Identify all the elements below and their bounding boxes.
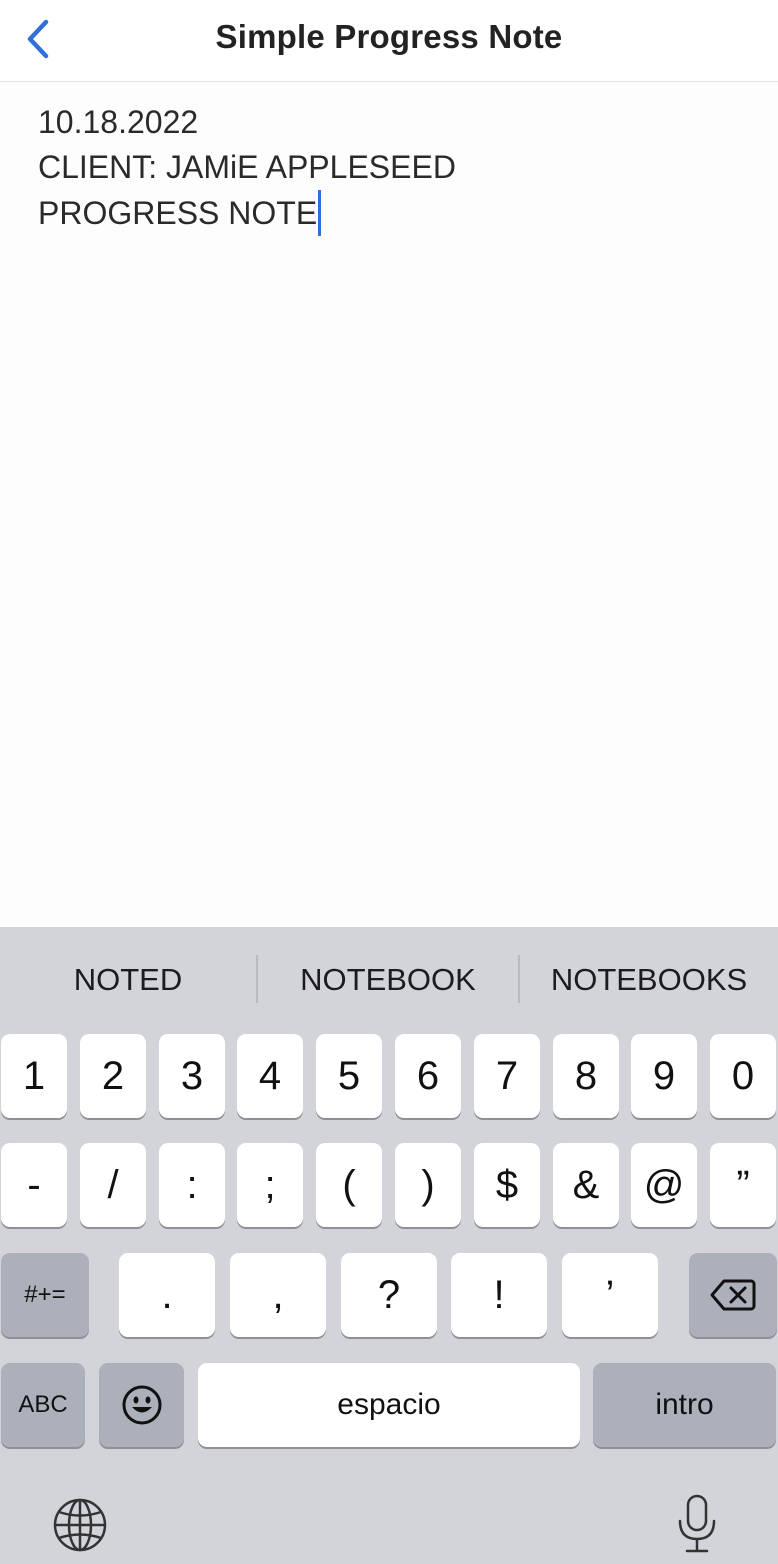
- note-line-client: CLIENT: JAMiE APPLESEED: [38, 149, 456, 185]
- note-line-date: 10.18.2022: [38, 104, 199, 140]
- symbols-key[interactable]: #+=: [1, 1253, 89, 1337]
- key-slash[interactable]: /: [80, 1143, 146, 1227]
- note-line-title-text: PROGRESS NOTE: [38, 195, 318, 231]
- key-comma[interactable]: ,: [230, 1253, 326, 1337]
- key-3[interactable]: 3: [159, 1034, 225, 1118]
- suggestion-notebooks[interactable]: NOTEBOOKS: [520, 955, 778, 1005]
- note-editor[interactable]: 10.18.2022 CLIENT: JAMiE APPLESEED PROGR…: [0, 84, 778, 927]
- delete-key[interactable]: [689, 1253, 777, 1337]
- key-question[interactable]: ?: [341, 1253, 437, 1337]
- dictation-button[interactable]: [676, 1493, 718, 1560]
- key-5[interactable]: 5: [316, 1034, 382, 1118]
- key-semicolon[interactable]: ;: [237, 1143, 303, 1227]
- key-8[interactable]: 8: [553, 1034, 619, 1118]
- key-quote[interactable]: ”: [710, 1143, 776, 1227]
- globe-button[interactable]: [52, 1497, 108, 1558]
- key-apostrophe[interactable]: ’: [562, 1253, 658, 1337]
- globe-icon: [53, 1498, 107, 1552]
- key-0[interactable]: 0: [710, 1034, 776, 1118]
- navigation-bar: Simple Progress Note: [0, 0, 778, 82]
- abc-key[interactable]: ABC: [1, 1363, 85, 1447]
- suggestion-noted[interactable]: NOTED: [0, 955, 256, 1005]
- note-line-title: PROGRESS NOTE: [38, 190, 740, 236]
- key-ampersand[interactable]: &: [553, 1143, 619, 1227]
- key-6[interactable]: 6: [395, 1034, 461, 1118]
- space-key[interactable]: espacio: [198, 1363, 580, 1447]
- emoji-key[interactable]: [99, 1363, 184, 1447]
- key-close-paren[interactable]: ): [395, 1143, 461, 1227]
- key-exclamation[interactable]: !: [451, 1253, 547, 1337]
- keyboard: NOTED NOTEBOOK NOTEBOOKS 1 2 3 4 5 6 7 8…: [0, 927, 778, 1564]
- key-period[interactable]: .: [119, 1253, 215, 1337]
- key-at[interactable]: @: [631, 1143, 697, 1227]
- suggestion-notebook[interactable]: NOTEBOOK: [258, 955, 518, 1005]
- key-4[interactable]: 4: [237, 1034, 303, 1118]
- key-9[interactable]: 9: [631, 1034, 697, 1118]
- key-2[interactable]: 2: [80, 1034, 146, 1118]
- key-1[interactable]: 1: [1, 1034, 67, 1118]
- emoji-icon: [122, 1385, 161, 1425]
- return-key[interactable]: intro: [593, 1363, 776, 1447]
- page-title: Simple Progress Note: [215, 18, 563, 55]
- key-open-paren[interactable]: (: [316, 1143, 382, 1227]
- backspace-icon: [710, 1279, 756, 1311]
- key-hyphen[interactable]: -: [1, 1143, 67, 1227]
- text-cursor: [318, 190, 322, 236]
- suggestion-bar: NOTED NOTEBOOK NOTEBOOKS: [0, 927, 778, 1031]
- key-dollar[interactable]: $: [474, 1143, 540, 1227]
- microphone-icon: [678, 1494, 716, 1553]
- key-7[interactable]: 7: [474, 1034, 540, 1118]
- key-colon[interactable]: :: [159, 1143, 225, 1227]
